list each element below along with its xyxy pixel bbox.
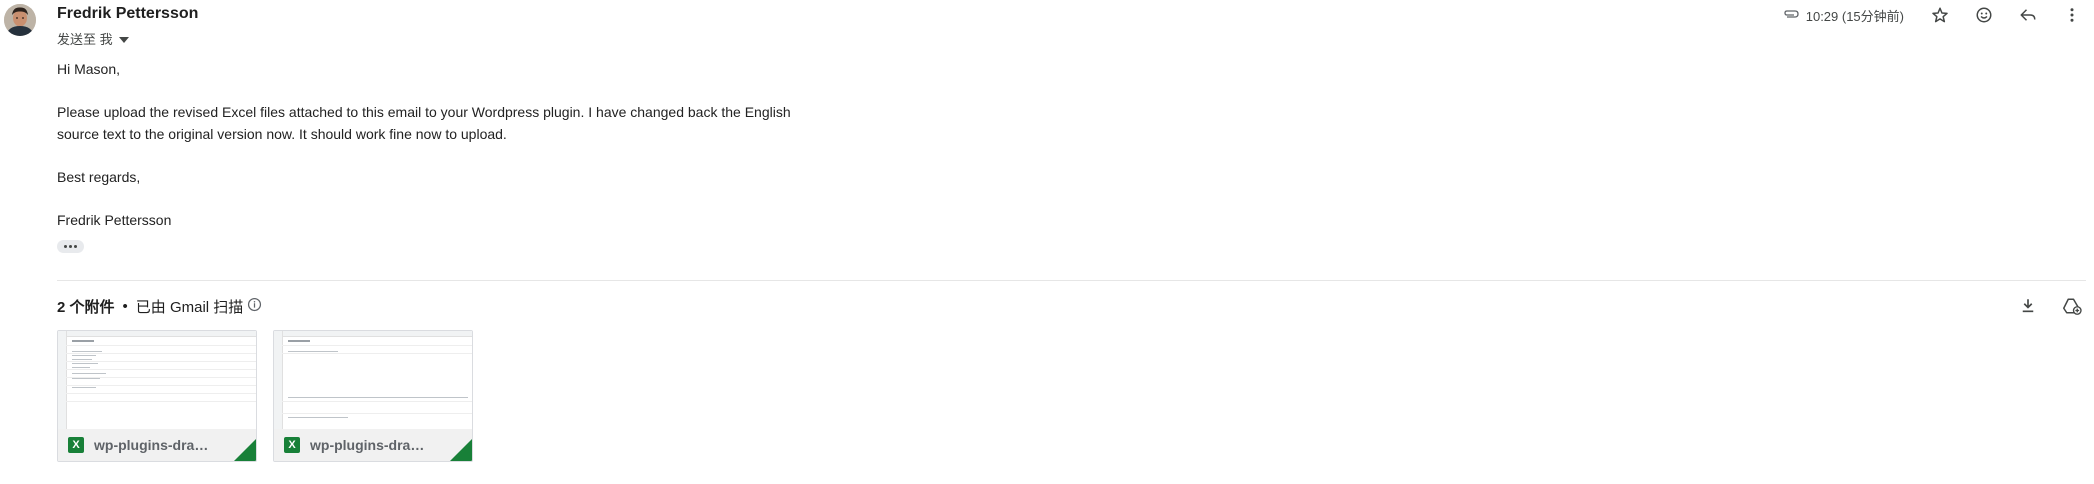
attachment-thumbnail [58, 331, 256, 429]
reply-icon [2020, 9, 2036, 21]
attachment-filename: wp-plugins-drapl... [310, 437, 428, 453]
add-reaction-button[interactable] [1962, 0, 2006, 30]
show-trimmed-content-button[interactable] [57, 240, 84, 253]
download-icon [2022, 299, 2034, 313]
attachment-info-bar: X wp-plugins-drapl... [274, 429, 472, 461]
dropdown-icon[interactable] [117, 31, 129, 46]
body-line: source text to the original version now.… [57, 126, 507, 142]
signature: Fredrik Pettersson [57, 212, 172, 228]
paperclip-icon [1782, 7, 1800, 24]
scan-label: 已由 Gmail 扫描 [135, 299, 244, 316]
recipient-details[interactable]: 发送至 我 [57, 29, 129, 48]
more-vert-icon [2070, 8, 2074, 22]
sender-name[interactable]: Fredrik Pettersson [57, 5, 198, 23]
attachments-divider [57, 280, 2086, 281]
more-options-button[interactable] [2050, 0, 2094, 30]
sheet-corner-icon [234, 439, 256, 461]
body-line: Please upload the revised Excel files at… [57, 104, 791, 120]
separator: • [122, 298, 128, 315]
sheet-corner-icon [450, 439, 472, 461]
sender-avatar[interactable] [4, 4, 36, 36]
attachment-thumbnail [274, 331, 472, 429]
add-to-drive-button[interactable] [2050, 292, 2094, 320]
message-header-actions: 10:29 (15分钟前) [1782, 0, 2094, 30]
message-body: Hi Mason, Please upload the revised Exce… [57, 58, 877, 231]
info-icon[interactable] [243, 297, 262, 316]
attachments-actions [2006, 292, 2094, 320]
attachment-info-bar: X wp-plugins-drapl... [58, 429, 256, 461]
emoji-icon [1976, 7, 1992, 23]
excel-icon: X [284, 437, 300, 453]
greeting: Hi Mason, [57, 61, 121, 77]
attachment-count: 2 个附件 [57, 299, 115, 316]
message-meta: 10:29 (15分钟前) [1782, 6, 1904, 25]
attachments-header: 2 个附件 • 已由 Gmail 扫描 [57, 296, 262, 317]
excel-icon: X [68, 437, 84, 453]
download-all-button[interactable] [2006, 292, 2050, 320]
attachment-card[interactable]: X wp-plugins-drapl... [273, 330, 473, 462]
message-time: 10:29 (15分钟前) [1805, 8, 1904, 24]
closing: Best regards, [57, 169, 141, 185]
attachment-list: X wp-plugins-drapl... X wp-plugins-drapl… [57, 330, 473, 462]
star-icon [1932, 7, 1948, 23]
attachment-card[interactable]: X wp-plugins-drapl... [57, 330, 257, 462]
recipient-label: 发送至 我 [57, 32, 113, 47]
attachment-filename: wp-plugins-drapl... [94, 437, 212, 453]
reply-button[interactable] [2006, 0, 2050, 30]
add-to-drive-icon [2063, 298, 2082, 315]
star-button[interactable] [1918, 0, 1962, 30]
